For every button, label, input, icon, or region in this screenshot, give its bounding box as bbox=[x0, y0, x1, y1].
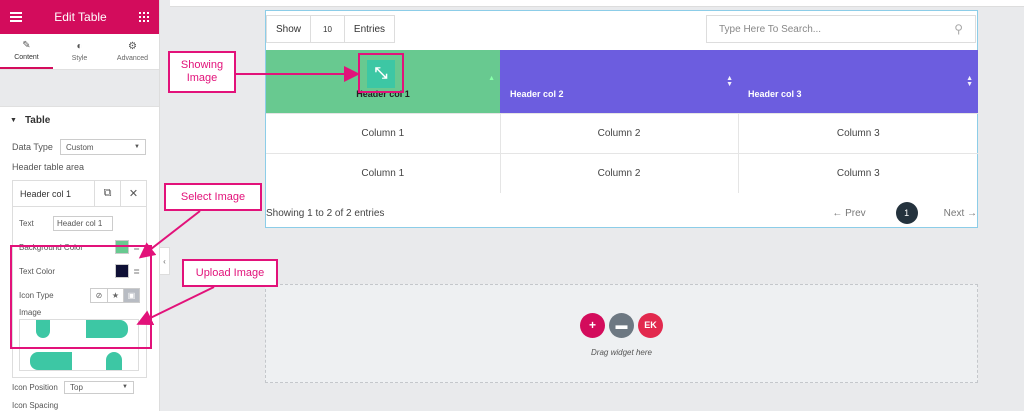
data-type-select[interactable]: Custom ▼ bbox=[60, 139, 146, 155]
current-page-button[interactable]: 1 bbox=[895, 202, 918, 224]
chevron-down-icon: ▼ bbox=[134, 144, 140, 150]
header-cell-2[interactable]: Header col 2 ▲ ▼ bbox=[500, 50, 738, 113]
annotation-highlight-header-image bbox=[358, 53, 404, 93]
table-cell: Column 1 bbox=[266, 152, 501, 193]
icon-position-select[interactable]: Top ▼ bbox=[64, 380, 134, 394]
text-field-row: Text Header col 1 bbox=[19, 211, 140, 235]
pagination: ← Prev 1 Next → bbox=[832, 202, 977, 224]
table-controls: Show 10 Entries Type Here To Search... ⚲ bbox=[266, 11, 977, 47]
collapse-panel-button[interactable]: ‹ bbox=[160, 247, 170, 275]
close-icon[interactable]: ✕ bbox=[120, 180, 146, 207]
annotation-upload-image: Upload Image bbox=[182, 259, 278, 287]
table-cell: Column 1 bbox=[266, 112, 501, 153]
add-section-button[interactable]: + bbox=[580, 312, 605, 338]
contrast-icon: ◐ bbox=[76, 41, 83, 52]
editor-sidebar: Edit Table ✎ Content ◐ Style ⚙ Advanced … bbox=[0, 0, 160, 411]
annotation-showing-image: Showing Image bbox=[168, 51, 236, 93]
search-input[interactable]: Type Here To Search... ⚲ bbox=[706, 15, 976, 43]
table-row: Column 1 Column 2 Column 3 bbox=[266, 112, 978, 153]
sort-icon[interactable]: ▲ bbox=[488, 75, 495, 82]
annotation-select-image: Select Image bbox=[164, 183, 262, 211]
section-table-toggle[interactable]: ▼ Table bbox=[0, 106, 159, 134]
sidebar-title: Edit Table bbox=[54, 10, 107, 24]
table-widget: Show 10 Entries Type Here To Search... ⚲… bbox=[265, 10, 978, 228]
chevron-left-icon: ‹ bbox=[163, 256, 166, 266]
elementskit-button[interactable]: EK bbox=[638, 312, 663, 338]
text-input[interactable]: Header col 1 bbox=[53, 215, 113, 231]
repeater-item-header[interactable]: Header col 1 ⧉ ✕ bbox=[13, 180, 146, 207]
header-cell-3[interactable]: Header col 3 ▲ ▼ bbox=[738, 50, 978, 113]
tab-style[interactable]: ◐ Style bbox=[53, 34, 106, 69]
sidebar-spacer bbox=[0, 70, 159, 106]
sort-icon[interactable]: ▲ ▼ bbox=[726, 75, 733, 88]
canvas-top-strip bbox=[170, 0, 1024, 7]
drop-zone[interactable]: + ▬ EK Drag widget here bbox=[265, 284, 978, 383]
chevron-down-icon: ▼ bbox=[122, 384, 128, 390]
icon-position-row: Icon Position Top ▼ bbox=[0, 378, 159, 396]
tab-advanced[interactable]: ⚙ Advanced bbox=[106, 34, 159, 69]
entries-count-select[interactable]: 10 bbox=[310, 16, 344, 42]
drop-hint: Drag widget here bbox=[591, 347, 652, 357]
hamburger-menu-icon[interactable] bbox=[10, 12, 22, 22]
search-icon: ⚲ bbox=[954, 22, 963, 36]
sidebar-header: Edit Table bbox=[0, 0, 159, 34]
prev-page-button[interactable]: ← Prev bbox=[832, 208, 865, 219]
drop-zone-actions: + ▬ EK bbox=[580, 312, 663, 338]
table-row: Column 1 Column 2 Column 3 bbox=[266, 152, 978, 193]
gear-icon: ⚙ bbox=[128, 41, 137, 52]
panel-tabs: ✎ Content ◐ Style ⚙ Advanced bbox=[0, 34, 159, 70]
table-cell: Column 2 bbox=[500, 112, 739, 153]
preview-shape bbox=[30, 352, 72, 370]
pencil-icon: ✎ bbox=[22, 40, 31, 51]
duplicate-icon[interactable]: ⧉ bbox=[94, 180, 120, 207]
data-type-row: Data Type Custom ▼ bbox=[0, 136, 159, 158]
next-page-button[interactable]: Next → bbox=[944, 208, 977, 219]
pagination-bar: Showing 1 to 2 of 2 entries ← Prev 1 Nex… bbox=[266, 193, 977, 233]
entries-info: Showing 1 to 2 of 2 entries bbox=[266, 207, 385, 219]
widgets-grid-icon[interactable] bbox=[138, 12, 149, 22]
table-cell: Column 3 bbox=[738, 152, 978, 193]
caret-down-icon: ▼ bbox=[10, 117, 17, 124]
icon-spacing-label: Icon Spacing bbox=[12, 400, 59, 410]
table-cell: Column 3 bbox=[738, 112, 978, 153]
tab-content[interactable]: ✎ Content bbox=[0, 34, 53, 69]
entries-selector: Show 10 Entries bbox=[266, 15, 396, 43]
header-area-label: Header table area bbox=[12, 162, 85, 172]
template-library-button[interactable]: ▬ bbox=[609, 312, 634, 338]
sort-icon[interactable]: ▲ ▼ bbox=[966, 75, 973, 88]
preview-shape bbox=[106, 352, 122, 370]
table-cell: Column 2 bbox=[500, 152, 739, 193]
annotation-highlight-image-field bbox=[10, 245, 152, 349]
